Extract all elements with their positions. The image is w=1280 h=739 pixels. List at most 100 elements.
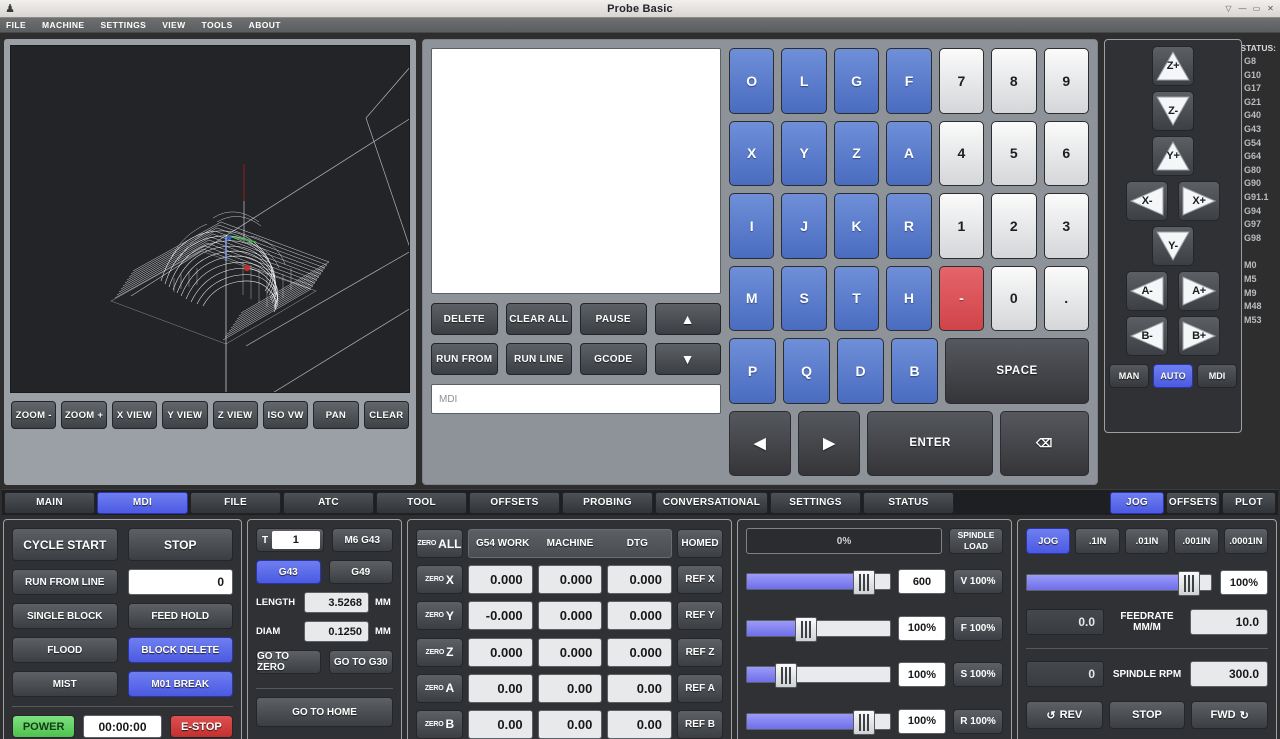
slider-handle[interactable]: [775, 663, 797, 688]
key-F[interactable]: F: [886, 48, 931, 114]
run-from-line-button[interactable]: RUN FROM LINE: [12, 569, 118, 595]
window-close-button[interactable]: ✕: [1265, 3, 1276, 14]
key-enter[interactable]: ENTER: [867, 411, 992, 477]
z-view-button[interactable]: Z VIEW: [213, 401, 258, 429]
power-button[interactable]: POWER: [12, 715, 75, 738]
backplot-canvas[interactable]: [10, 45, 410, 393]
dro-y-work[interactable]: -0.000: [468, 601, 533, 630]
slider-handle[interactable]: [853, 710, 875, 735]
tab-plot[interactable]: PLOT: [1222, 492, 1276, 514]
feed-reset-button[interactable]: F 100%: [953, 616, 1003, 641]
go-to-zero-button[interactable]: GO TO ZERO: [256, 650, 321, 674]
tab-probing[interactable]: PROBING: [562, 492, 653, 514]
iso-view-button[interactable]: ISO VW: [263, 401, 308, 429]
homed-indicator[interactable]: HOMED: [677, 529, 723, 558]
dro-x-work[interactable]: 0.000: [468, 565, 533, 594]
key-J[interactable]: J: [781, 193, 826, 259]
key-0[interactable]: 0: [991, 266, 1036, 332]
dro-b-work[interactable]: 0.00: [468, 710, 533, 739]
menu-about[interactable]: ABOUT: [248, 20, 282, 30]
g43-button[interactable]: G43: [256, 560, 321, 584]
cursor-right-icon[interactable]: ▶: [798, 411, 860, 477]
backspace-icon[interactable]: ⌫: [1000, 411, 1089, 477]
go-to-g30-button[interactable]: GO TO G30: [329, 650, 394, 674]
feedrate-target[interactable]: 10.0: [1190, 609, 1268, 635]
jog-speed-value[interactable]: 100%: [1220, 570, 1268, 595]
jog-a-minus-button[interactable]: A-: [1126, 271, 1168, 311]
mdi-clear-all-button[interactable]: CLEAR ALL: [506, 303, 573, 335]
mdi-run-line-button[interactable]: RUN LINE: [506, 343, 573, 375]
spindle-load-button[interactable]: SPINDLE LOAD: [949, 528, 1003, 554]
zero-y-button[interactable]: ZERO Y: [416, 601, 463, 630]
m01-break-button[interactable]: M01 BREAK: [128, 671, 234, 697]
jog-x-plus-button[interactable]: X+: [1178, 181, 1220, 221]
rapid-value[interactable]: 100%: [898, 709, 946, 734]
key-6[interactable]: 6: [1044, 121, 1089, 187]
key-P[interactable]: P: [729, 338, 776, 404]
tab-settings[interactable]: SETTINGS: [770, 492, 861, 514]
slider-handle[interactable]: [795, 617, 817, 642]
slider-handle[interactable]: [853, 570, 875, 595]
menu-tools[interactable]: TOOLS: [201, 20, 234, 30]
jog-z-plus-button[interactable]: Z+: [1152, 46, 1194, 86]
estop-button[interactable]: E-STOP: [170, 715, 233, 738]
tab-offsets[interactable]: OFFSETS: [469, 492, 560, 514]
key-L[interactable]: L: [781, 48, 826, 114]
zero-b-button[interactable]: ZERO B: [416, 710, 463, 739]
jog-y-plus-button[interactable]: Y+: [1152, 136, 1194, 176]
tool-length-value[interactable]: 3.5268: [304, 592, 369, 613]
ref-y-button[interactable]: REF Y: [677, 601, 723, 630]
key-R[interactable]: R: [886, 193, 931, 259]
feed-override-slider[interactable]: [746, 620, 891, 637]
tool-number-selector[interactable]: T 1: [256, 528, 324, 552]
mdi-history-list[interactable]: [431, 48, 721, 294]
key-minus[interactable]: -: [939, 266, 984, 332]
menu-settings[interactable]: SETTINGS: [99, 20, 147, 30]
key-S[interactable]: S: [781, 266, 826, 332]
window-minimize-button[interactable]: —: [1237, 3, 1248, 14]
mdi-scroll-down-button[interactable]: ▼: [655, 343, 722, 375]
key-2[interactable]: 2: [991, 193, 1036, 259]
velocity-reset-button[interactable]: V 100%: [953, 569, 1003, 594]
tab-mdi[interactable]: MDI: [97, 492, 188, 514]
jog-b-minus-button[interactable]: B-: [1126, 316, 1168, 356]
key-D[interactable]: D: [837, 338, 884, 404]
key-G[interactable]: G: [834, 48, 879, 114]
tab-conversational[interactable]: CONVERSATIONAL: [655, 492, 768, 514]
slider-handle[interactable]: [1178, 571, 1200, 596]
key-Q[interactable]: Q: [783, 338, 830, 404]
key-K[interactable]: K: [834, 193, 879, 259]
jog-b-plus-button[interactable]: B+: [1178, 316, 1220, 356]
key-4[interactable]: 4: [939, 121, 984, 187]
key-Z[interactable]: Z: [834, 121, 879, 187]
spindle-reverse-button[interactable]: ↺ REV: [1026, 701, 1103, 729]
jog-a-plus-button[interactable]: A+: [1178, 271, 1220, 311]
feed-hold-button[interactable]: FEED HOLD: [128, 603, 234, 629]
zoom-in-button[interactable]: ZOOM +: [61, 401, 106, 429]
zoom-out-button[interactable]: ZOOM -: [11, 401, 56, 429]
key-A[interactable]: A: [886, 121, 931, 187]
spindle-rpm-target[interactable]: 300.0: [1190, 661, 1268, 687]
spindle-value[interactable]: 100%: [898, 662, 946, 687]
single-block-button[interactable]: SINGLE BLOCK: [12, 603, 118, 629]
block-delete-button[interactable]: BLOCK DELETE: [128, 637, 234, 663]
velocity-value[interactable]: 600: [898, 569, 946, 594]
zero-a-button[interactable]: ZERO A: [416, 674, 463, 703]
ref-z-button[interactable]: REF Z: [677, 638, 723, 667]
mdi-gcode-button[interactable]: GCODE: [580, 343, 647, 375]
key-9[interactable]: 9: [1044, 48, 1089, 114]
tab-file[interactable]: FILE: [190, 492, 281, 514]
jog-inc-point001-button[interactable]: .001IN: [1174, 528, 1218, 554]
cycle-start-button[interactable]: CYCLE START: [12, 528, 118, 561]
m6-g43-button[interactable]: M6 G43: [332, 528, 394, 552]
g49-button[interactable]: G49: [329, 560, 394, 584]
go-to-home-button[interactable]: GO TO HOME: [256, 697, 393, 727]
ref-x-button[interactable]: REF X: [677, 565, 723, 594]
key-1[interactable]: 1: [939, 193, 984, 259]
cursor-left-icon[interactable]: ◀: [729, 411, 791, 477]
key-decimal[interactable]: .: [1044, 266, 1089, 332]
ref-b-button[interactable]: REF B: [677, 710, 723, 739]
pan-button[interactable]: PAN: [313, 401, 358, 429]
tool-diameter-value[interactable]: 0.1250: [304, 621, 369, 642]
rapid-reset-button[interactable]: R 100%: [953, 709, 1003, 734]
